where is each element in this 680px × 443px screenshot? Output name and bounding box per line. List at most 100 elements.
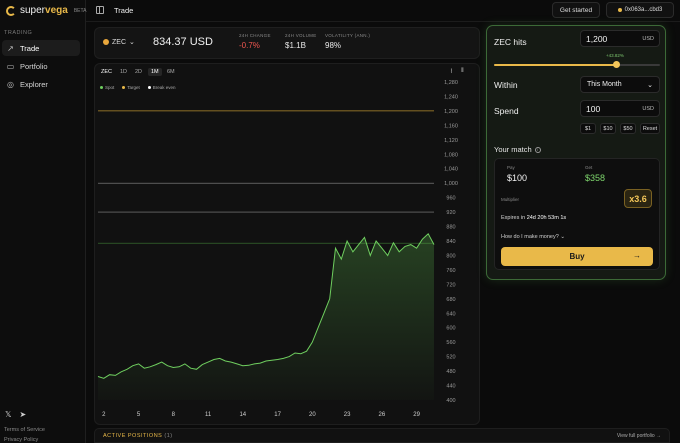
stat-value: -0.7% [239,41,260,50]
y-tick-label: 440 [446,384,455,390]
reset-button[interactable]: Reset [640,123,660,134]
slider-percent: +43.82% [606,53,624,58]
sidebar-item-trade[interactable]: ↗ Trade [2,40,80,56]
your-match-title: Your match i [494,145,541,154]
sidebar-item-portfolio[interactable]: ▭ Portfolio [2,58,80,74]
line-chart-icon[interactable]: ⌇ [450,68,453,75]
wallet-status-icon [617,8,622,12]
sidebar-item-label: Portfolio [20,61,48,71]
how-money-label: How do I make money? [501,234,559,240]
positions-title-text: ACTIVE POSITIONS [103,433,163,439]
spot-area [98,233,434,400]
y-tick-label: 1,000 [444,181,458,187]
pay-label: Pay [507,165,515,170]
sidebar-item-explorer[interactable]: ◎ Explorer [2,76,80,92]
quick-amount-10[interactable]: $10 [600,123,616,134]
candle-chart-icon[interactable]: ⦀ [461,68,464,75]
coin-symbol: ZEC [112,38,126,46]
quick-amount-1[interactable]: $1 [580,123,596,134]
y-tick-label: 1,120 [444,138,458,144]
your-match-text: Your match [494,145,532,154]
x-tick-label: 26 [379,412,386,418]
sidebar-section-label: TRADING [4,30,33,36]
y-tick-label: 1,200 [444,109,458,115]
within-value: This Month [587,81,622,88]
target-price-unit: USD [642,35,654,42]
target-price-input[interactable]: 1,200 USD [580,30,660,47]
app-name-bold: vega [45,5,68,16]
tab-timeframe-1m[interactable]: 1M [148,68,162,76]
y-tick-label: 960 [446,196,455,202]
arrow-right-icon: → [633,251,641,260]
coin-selector[interactable]: ZEC ⌄ [103,38,135,46]
market-header: ZEC ⌄ 834.37 USD 24H CHANGE -0.7% 24H VO… [94,27,480,59]
y-tick-label: 400 [446,398,455,404]
sidebar-item-label: Trade [20,43,40,53]
stat-24h-volume: 24H VOLUME $1.1B [285,33,317,50]
expires-label: Expires in [501,215,526,221]
sidebar-item-label: Explorer [20,79,48,89]
stat-label: 24H VOLUME [285,33,317,38]
wallet-address: 0x063a...cbd3 [624,7,663,13]
buy-button[interactable]: Buy → [501,247,653,266]
tab-timeframe-2d[interactable]: 2D [132,68,145,76]
slider-fill [494,64,617,66]
telegram-icon[interactable]: ➤ [19,410,26,419]
top-bar: Trade Get started 0x063a...cbd3 [86,0,680,22]
y-tick-label: 640 [446,311,455,317]
y-tick-label: 1,160 [444,123,458,129]
x-icon[interactable]: 𝕏 [5,410,11,419]
stat-24h-change: 24H CHANGE -0.7% [239,33,271,50]
x-tick-label: 5 [137,412,141,418]
x-tick-label: 8 [172,412,176,418]
y-tick-label: 1,280 [444,80,458,86]
active-positions-bar: ACTIVE POSITIONS (1) View full portfolio… [94,428,670,443]
spend-input[interactable]: 100 USD [580,100,660,117]
stat-value: 98% [325,41,342,50]
get-label: Get [585,165,593,170]
y-tick-label: 840 [446,239,455,245]
x-tick-label: 14 [239,412,246,418]
view-portfolio-link[interactable]: View full portfolio → [617,433,661,439]
expires-row: Expires in 24d 20h 53m 1s [501,215,566,221]
app-logo[interactable]: supervega BETA [6,5,87,16]
beta-badge: BETA [73,7,87,14]
chevron-down-icon: ⌄ [647,81,653,89]
buy-label: Buy [569,252,585,261]
info-icon[interactable]: i [534,146,541,153]
terms-link[interactable]: Terms of Service [4,427,45,433]
spend-unit: USD [642,105,654,112]
target-slider[interactable] [494,61,660,68]
y-tick-label: 1,240 [444,94,458,100]
y-tick-label: 760 [446,268,455,274]
y-tick-label: 680 [446,297,455,303]
price-chart[interactable]: 1,280 1,240 1,200 1,160 1,120 1,080 1,040 1,000… [94,78,474,423]
x-tick-label: 29 [413,412,420,418]
quick-amount-50[interactable]: $50 [620,123,636,134]
x-tick-label: 11 [205,412,212,418]
privacy-link[interactable]: Privacy Policy [4,437,38,443]
multiplier-badge: x3.6 [624,189,652,208]
within-label: Within [494,80,518,90]
tab-timeframe-6m[interactable]: 6M [164,68,178,76]
chart-asset-label: ZEC [101,69,112,75]
multiplier-label: Multiplier [501,197,520,202]
zec-coin-icon [103,39,109,45]
wallet-button[interactable]: 0x063a...cbd3 [606,2,674,18]
y-tick-label: 720 [446,282,455,288]
tab-timeframe-1d[interactable]: 1D [117,68,130,76]
current-price: 834.37 USD [153,36,213,48]
positions-count: (1) [164,433,173,439]
zec-hits-label: ZEC hits [494,37,527,47]
target-price-value: 1,200 [586,33,608,44]
x-tick-label: 17 [274,412,281,418]
get-started-button[interactable]: Get started [552,2,600,18]
stat-volatility: VOLATILITY (ANN.) 98% [325,33,370,50]
y-tick-label: 560 [446,340,455,346]
how-money-toggle[interactable]: How do I make money? ⌄ [501,234,565,240]
y-tick-label: 920 [446,210,455,216]
within-select[interactable]: This Month ⌄ [580,76,660,93]
active-positions-title: ACTIVE POSITIONS (1) [103,433,173,439]
sidebar-toggle-icon[interactable] [96,6,104,14]
globe-icon: ◎ [7,79,14,89]
